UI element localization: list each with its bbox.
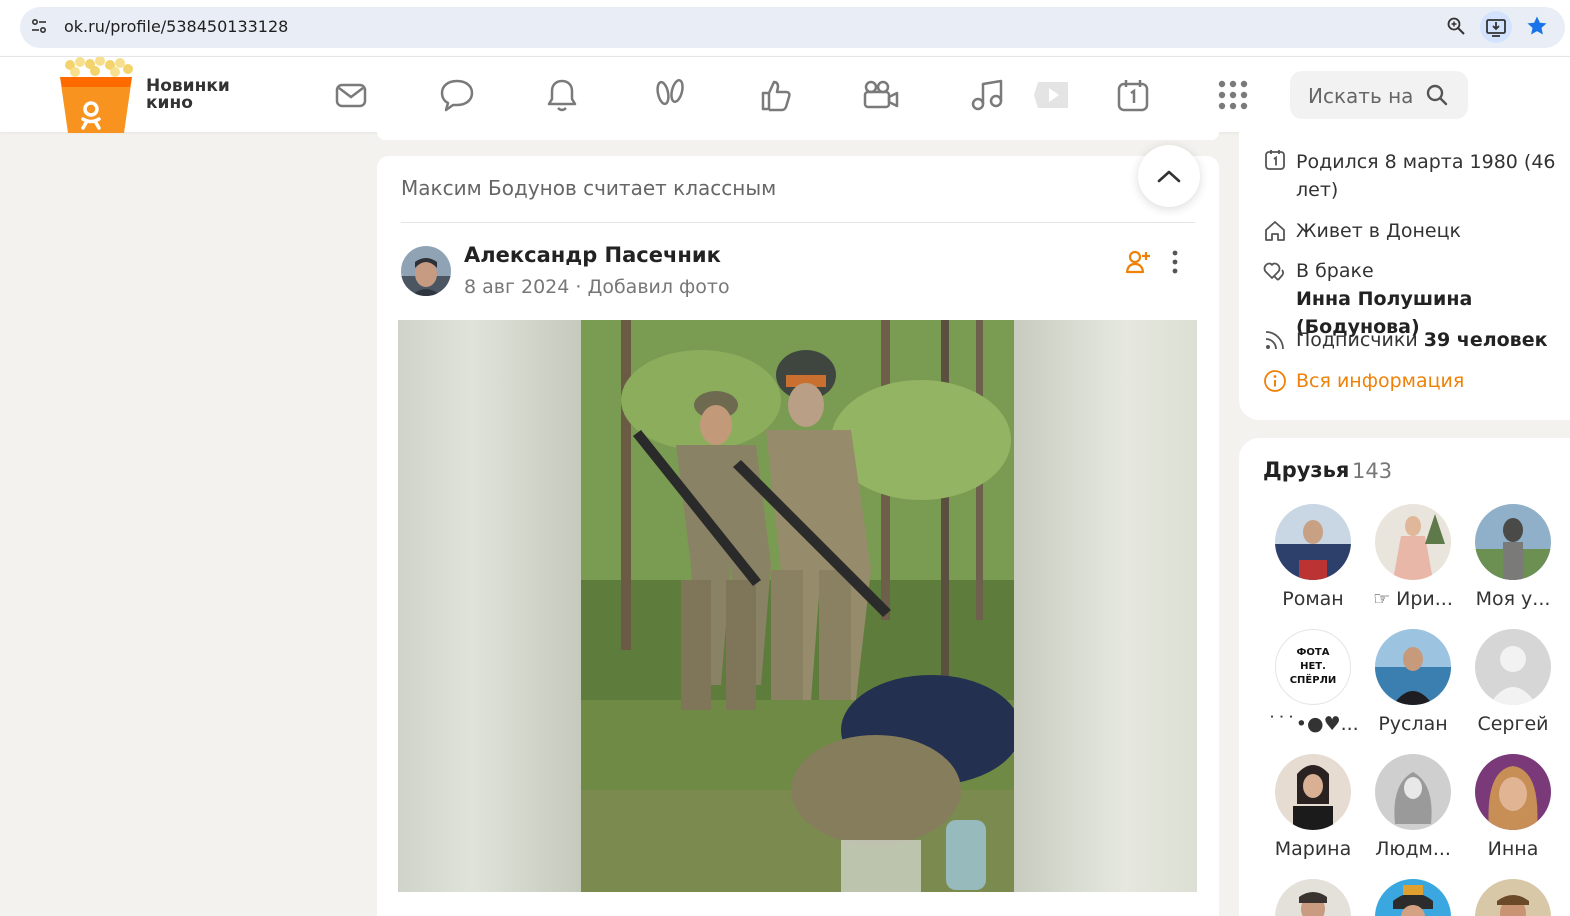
friend-name[interactable]: Инна — [1463, 838, 1563, 860]
site-header: Новинки кино Искать на — [0, 56, 1570, 133]
friend-name[interactable]: ˙˙˙•●♥... — [1263, 713, 1363, 735]
friend-item[interactable]: Моя у... — [1463, 504, 1563, 610]
discussions-icon[interactable] — [437, 75, 477, 115]
friend-name[interactable]: Людм... — [1363, 838, 1463, 860]
all-info-link[interactable]: Вся информация — [1296, 367, 1464, 395]
video-play-icon[interactable] — [1032, 75, 1072, 115]
friend-item[interactable]: Марина — [1263, 754, 1363, 860]
friend-avatar-text: ФОТА НЕТ. СПЁРЛИ — [1289, 647, 1337, 686]
info-icon[interactable] — [1263, 369, 1287, 393]
friend-name[interactable]: Руслан — [1363, 713, 1463, 735]
subscribers-label: Подписчики — [1296, 329, 1418, 351]
friend-item[interactable]: Людм... — [1363, 754, 1463, 860]
marital-status: В браке — [1296, 260, 1374, 282]
subscribers-info: Подписчики 39 человек — [1296, 326, 1547, 354]
search-placeholder: Искать на — [1308, 84, 1414, 108]
friend-avatar[interactable] — [1275, 879, 1351, 916]
feed-post-card: Максим Бодунов считает классным Александ… — [377, 145, 1219, 916]
scroll-up-button[interactable] — [1138, 145, 1200, 207]
notifications-icon[interactable] — [542, 75, 582, 115]
header-fade — [1475, 57, 1570, 133]
meta-separator: · — [575, 276, 582, 298]
add-friend-icon[interactable] — [1125, 249, 1151, 275]
promo-popcorn-logo-icon[interactable] — [50, 57, 140, 133]
birthday-line-2: лет) — [1296, 179, 1339, 201]
rss-subscribers-icon — [1265, 331, 1284, 350]
guests-icon[interactable] — [650, 75, 690, 115]
search-icon[interactable] — [1425, 83, 1449, 107]
friend-avatar[interactable] — [1375, 754, 1451, 830]
post-meta: 8 авг 2024 · Добавил фото — [464, 276, 730, 298]
birthday-line-1: Родился 8 марта 1980 (46 — [1296, 151, 1556, 173]
mail-icon[interactable] — [331, 75, 371, 115]
author-avatar[interactable] — [401, 246, 451, 296]
previous-card-edge — [377, 132, 1219, 140]
calendar-icon[interactable] — [1113, 75, 1153, 115]
friend-avatar[interactable] — [1375, 629, 1451, 705]
likes-icon[interactable] — [756, 75, 796, 115]
apps-grid-icon[interactable] — [1213, 75, 1253, 115]
friend-item[interactable]: Инна — [1463, 754, 1563, 860]
friend-name[interactable]: Моя у... — [1463, 588, 1563, 610]
friend-avatar[interactable] — [1375, 879, 1451, 916]
friend-item[interactable]: ФОТА НЕТ. СПЁРЛИ ˙˙˙•●♥... — [1263, 629, 1363, 735]
photo-blur-left — [398, 320, 581, 892]
video-icon[interactable] — [861, 75, 901, 115]
friend-item[interactable]: Руслан — [1363, 629, 1463, 735]
subscribers-count[interactable]: 39 человек — [1424, 329, 1548, 351]
more-options-icon[interactable] — [1167, 249, 1183, 275]
home-icon — [1265, 221, 1285, 241]
friends-title[interactable]: Друзья — [1263, 458, 1349, 482]
lives-in-info: Живет в Донецк — [1296, 220, 1462, 242]
zoom-icon[interactable] — [1446, 16, 1466, 36]
divider — [401, 222, 1195, 223]
friend-avatar[interactable] — [1475, 879, 1551, 916]
friend-avatar[interactable]: ФОТА НЕТ. СПЁРЛИ — [1275, 629, 1351, 705]
friend-avatar[interactable] — [1375, 504, 1451, 580]
post-date[interactable]: 8 авг 2024 — [464, 276, 569, 298]
friends-card: Друзья 143 Роман ☞ Ири... Моя у... ФОТА … — [1239, 438, 1570, 916]
friend-item[interactable]: Роман — [1263, 504, 1363, 610]
profile-info-card: Родился 8 марта 1980 (46 лет) Живет в До… — [1239, 132, 1570, 420]
friend-item[interactable]: ☞ Ири... — [1363, 504, 1463, 610]
post-author-name[interactable]: Александр Пасечник — [464, 243, 721, 267]
liker-line[interactable]: Максим Бодунов считает классным — [401, 176, 776, 200]
site-settings-icon[interactable] — [29, 16, 49, 36]
chevron-up-icon — [1157, 170, 1181, 183]
photo-blur-right — [1014, 320, 1197, 892]
friend-avatar[interactable] — [1475, 629, 1551, 705]
search-input[interactable]: Искать на — [1290, 71, 1468, 119]
birthday-info: Родился 8 марта 1980 (46 лет) — [1296, 148, 1556, 204]
bookmark-star-icon[interactable] — [1525, 14, 1549, 38]
friend-avatar[interactable] — [1275, 504, 1351, 580]
post-photo-image[interactable] — [581, 320, 1014, 892]
marriage-hearts-icon — [1263, 262, 1285, 281]
friend-avatar[interactable] — [1475, 754, 1551, 830]
url-text[interactable]: ok.ru/profile/538450133128 — [64, 17, 288, 36]
friend-name[interactable]: ☞ Ири... — [1363, 588, 1463, 610]
install-app-icon[interactable] — [1480, 11, 1512, 43]
music-icon[interactable] — [967, 75, 1007, 115]
friend-name[interactable]: Сергей — [1463, 713, 1563, 735]
friend-name[interactable]: Марина — [1263, 838, 1363, 860]
friend-item[interactable]: Сергей — [1463, 629, 1563, 735]
friend-name[interactable]: Роман — [1263, 588, 1363, 610]
promo-label[interactable]: Новинки кино — [146, 78, 246, 112]
friends-count[interactable]: 143 — [1352, 459, 1392, 483]
browser-toolbar: ok.ru/profile/538450133128 — [0, 0, 1570, 56]
friend-avatar[interactable] — [1275, 754, 1351, 830]
birthday-calendar-icon — [1265, 150, 1285, 170]
post-photo-frame[interactable] — [398, 320, 1197, 892]
friend-avatar[interactable] — [1475, 504, 1551, 580]
post-action: Добавил фото — [587, 276, 730, 298]
